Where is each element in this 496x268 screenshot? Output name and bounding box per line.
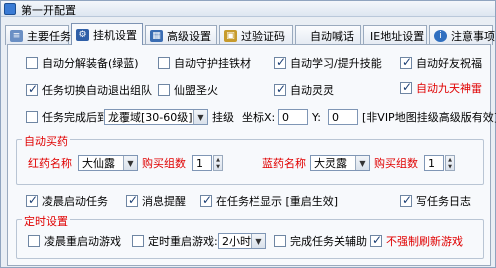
red-count-stepper[interactable]: ▲ ▼	[213, 155, 223, 171]
checkbox-box[interactable]	[158, 57, 170, 69]
red-count-label: 购买组数	[142, 157, 186, 170]
coord-x-input[interactable]: 0	[278, 109, 308, 125]
tab-advanced-settings[interactable]: ▦ 高级设置	[145, 25, 217, 45]
task-done-goto-checkbox[interactable]: 任务完成后到	[26, 109, 108, 125]
checkbox-box[interactable]	[200, 193, 212, 207]
checkbox-box[interactable]	[132, 235, 144, 247]
auto-buy-title: 自动买药	[22, 133, 70, 149]
auto-learn-skill-checkbox[interactable]: 自动学习/提升技能	[274, 55, 382, 71]
grid-icon: ▦	[150, 29, 163, 42]
coord-y-input[interactable]: 0	[328, 109, 358, 125]
dawn-restart-checkbox[interactable]: 凌晨重启动游戏	[28, 233, 121, 249]
checkbox-box[interactable]	[26, 57, 38, 69]
auto-decompose-checkbox[interactable]: 自动分解装备(绿蓝)	[26, 55, 139, 71]
auto-nine-days-checkbox[interactable]: 自动九天神雷	[400, 80, 482, 96]
chevron-down-icon[interactable]: ▼	[355, 156, 369, 170]
checkbox-box[interactable]	[158, 84, 170, 96]
tab-strip: ≡ 主要任务 ⚙ 挂机设置 ▦ 高级设置 ▣ 过验证码 自动喊话 IE地址设置 …	[3, 23, 495, 45]
image-icon: ▣	[224, 29, 237, 42]
tab-notes[interactable]: i 注意事项	[429, 25, 495, 45]
settings-icon: ⚙	[76, 28, 89, 41]
coord-x-label: 坐标X:	[242, 111, 276, 124]
task-switch-leave-team-checkbox[interactable]: 任务切换自动退出组队	[26, 82, 152, 98]
red-potion-select[interactable]: 大仙露 ▼	[78, 155, 138, 171]
tab-main-task[interactable]: ≡ 主要任务	[5, 25, 71, 45]
checkbox-box[interactable]	[26, 82, 38, 96]
immortal-fire-checkbox[interactable]: 仙盟圣火	[158, 82, 218, 98]
auto-guard-ore-checkbox[interactable]: 自动守护挂铁材	[158, 55, 251, 71]
checkbox-box[interactable]	[400, 55, 412, 69]
coord-y-label: Y:	[312, 110, 321, 124]
checkbox-box[interactable]	[274, 235, 286, 247]
red-count-input[interactable]: 1	[192, 155, 212, 171]
checkbox-box[interactable]	[274, 55, 286, 69]
chevron-down-icon[interactable]: ▼	[123, 156, 137, 170]
checkbox-box[interactable]	[274, 82, 286, 96]
tab-auto-shout[interactable]: 自动喊话	[295, 25, 361, 45]
no-force-refresh-checkbox[interactable]: 不强制刷新游戏	[370, 233, 463, 249]
timer-title: 定时设置	[22, 213, 70, 229]
chevron-down-icon[interactable]: ▼	[251, 234, 265, 248]
red-potion-label: 红药名称	[28, 157, 72, 170]
dawn-start-task-checkbox[interactable]: 凌晨启动任务	[26, 193, 108, 209]
info-icon: i	[434, 29, 447, 42]
blue-potion-select[interactable]: 大灵露 ▼	[310, 155, 370, 171]
msg-alert-checkbox[interactable]: 消息提醒	[126, 193, 186, 209]
checkbox-box[interactable]	[26, 193, 38, 207]
tab-hangup-settings[interactable]: ⚙ 挂机设置	[71, 23, 143, 45]
title-bar: 第一开配置	[1, 1, 495, 17]
chevron-down-icon[interactable]: ▼	[193, 110, 207, 124]
task-done-close-checkbox[interactable]: 完成任务关辅助	[274, 233, 367, 249]
hang-label: 挂级	[212, 111, 234, 124]
auto-spirit-checkbox[interactable]: 自动灵灵	[274, 82, 334, 98]
tab-captcha[interactable]: ▣ 过验证码	[219, 25, 293, 45]
blue-count-stepper[interactable]: ▲ ▼	[445, 155, 455, 171]
list-icon: ≡	[10, 29, 23, 42]
window-title: 第一开配置	[21, 4, 76, 17]
auto-friend-bless-checkbox[interactable]: 自动好友祝福	[400, 55, 482, 71]
checkbox-box[interactable]	[28, 235, 40, 247]
hangup-map-select[interactable]: 龙覆域[30-60级] ▼	[104, 109, 208, 125]
tab-ie-address[interactable]: IE地址设置	[363, 25, 427, 45]
hangup-settings-panel: 自动分解装备(绿蓝) 自动守护挂铁材 自动学习/提升技能 自动好友祝福 任务切换…	[7, 44, 496, 266]
checkbox-box[interactable]	[26, 111, 38, 123]
vip-note: [非VIP地图挂级高级版有效]	[362, 111, 496, 124]
blue-count-input[interactable]: 1	[424, 155, 444, 171]
taskbar-show-checkbox[interactable]: 在任务栏显示 [重启生效]	[200, 193, 338, 209]
checkbox-box[interactable]	[126, 193, 138, 207]
checkbox-box[interactable]	[400, 193, 412, 207]
blue-count-label: 购买组数	[374, 157, 418, 170]
checkbox-box[interactable]	[370, 233, 382, 247]
app-icon	[4, 3, 16, 15]
checkbox-box[interactable]	[400, 80, 412, 94]
timed-restart-checkbox[interactable]: 定时重启游戏:	[132, 233, 218, 249]
blue-potion-label: 蓝药名称	[262, 157, 306, 170]
write-log-checkbox[interactable]: 写任务日志	[400, 193, 471, 209]
restart-interval-select[interactable]: 2小时 ▼	[218, 233, 266, 249]
config-window: 第一开配置 ≡ 主要任务 ⚙ 挂机设置 ▦ 高级设置 ▣ 过验证码 自动喊话 I…	[0, 0, 496, 268]
